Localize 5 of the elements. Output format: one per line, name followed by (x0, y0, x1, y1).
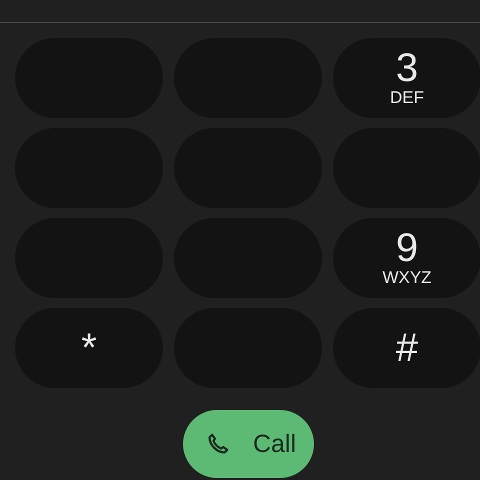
dial-key[interactable]: 3 DEF (333, 38, 480, 118)
call-button[interactable]: Call (183, 410, 314, 478)
dial-key[interactable]: * (15, 308, 163, 388)
dial-key[interactable]: 9 WXYZ (333, 218, 480, 298)
dial-key[interactable]: # (333, 308, 480, 388)
